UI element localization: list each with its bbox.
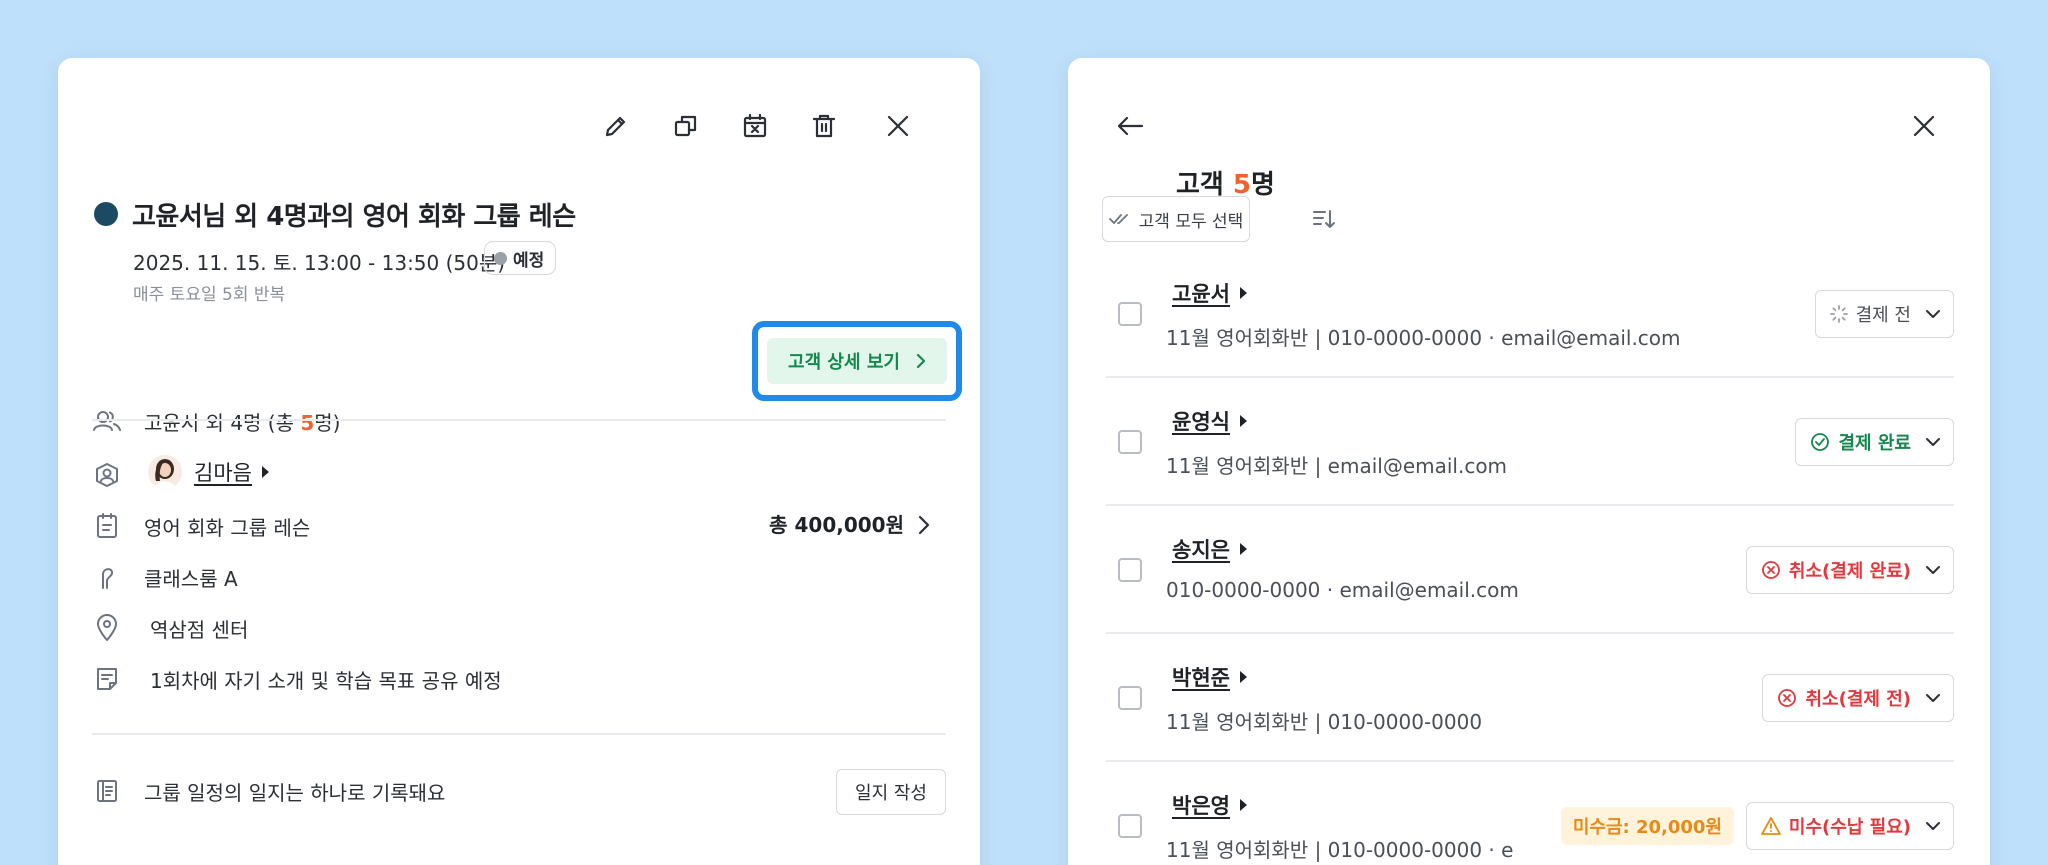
payment-status-dropdown[interactable]: 취소(결제 완료) — [1745, 546, 1954, 594]
avatar — [148, 455, 182, 489]
status-badge: 예정 — [484, 241, 557, 275]
list-item: 박은영 11월 영어회화반 | 010-0000-0000 · e 미수금: 2… — [1106, 762, 1954, 865]
users-icon — [92, 406, 122, 436]
customer-name-link[interactable]: 송지은 — [1172, 534, 1247, 564]
cancel-circle-icon — [1762, 561, 1780, 579]
trash-icon[interactable] — [804, 106, 844, 146]
customer-info: 11월 영어회화반 | email@email.com — [1166, 454, 1508, 478]
chevron-right-icon — [916, 353, 926, 369]
customer-checkbox[interactable] — [1118, 686, 1142, 710]
warning-icon — [1761, 817, 1781, 835]
copy-icon[interactable] — [666, 106, 706, 146]
payment-status-dropdown[interactable]: 취소(결제 전) — [1762, 674, 1954, 722]
memo-icon — [92, 664, 122, 694]
status-dot-icon — [494, 251, 507, 265]
sort-icon[interactable] — [1304, 199, 1344, 239]
price-chevron-right-icon[interactable] — [910, 505, 938, 545]
caret-right-icon — [1239, 799, 1247, 811]
teacher-name-link[interactable]: 김마음 — [194, 457, 269, 487]
location-pin-icon — [92, 613, 122, 643]
payment-status-dropdown[interactable]: 미수(수납 필요) — [1745, 802, 1954, 850]
course-list-icon — [92, 511, 122, 541]
customer-list-panel: 고객 5명 고객 모두 선택 고윤서 11월 영어회화반 | 010-0000-… — [1068, 58, 1990, 865]
attendees-summary: 고윤서 외 4명 (총 5명) — [144, 411, 341, 435]
repeat-info: 매주 토요일 5회 반복 — [133, 285, 286, 305]
status-label: 예정 — [513, 250, 545, 271]
customer-info: 010-0000-0000 · email@email.com — [1166, 578, 1519, 602]
back-arrow-icon[interactable] — [1110, 106, 1150, 146]
caret-right-icon — [1239, 415, 1247, 427]
schedule-detail-panel: 고윤서님 외 4명과의 영어 회화 그룹 레슨 2025. 11. 15. 토.… — [58, 58, 980, 865]
caret-right-icon — [1239, 287, 1247, 299]
caret-right-icon — [1239, 671, 1247, 683]
customer-checkbox[interactable] — [1118, 814, 1142, 838]
event-color-dot — [94, 202, 118, 226]
course-name: 영어 회화 그룹 레슨 — [144, 516, 311, 540]
cancel-circle-icon — [1778, 689, 1797, 707]
event-title: 고윤서님 외 4명과의 영어 회화 그룹 레슨 — [132, 202, 576, 232]
double-check-icon — [1108, 214, 1128, 224]
close-icon[interactable] — [1904, 106, 1944, 146]
customer-name-link[interactable]: 박현준 — [1172, 662, 1247, 692]
customer-info: 11월 영어회화반 | 010-0000-0000 · e — [1166, 838, 1514, 862]
list-item: 윤영식 11월 영어회화반 | email@email.com 결제 완료 — [1106, 378, 1954, 506]
price-total: 총 400,000원 — [769, 513, 904, 537]
chevron-down-icon — [1926, 566, 1940, 574]
event-datetime: 2025. 11. 15. 토. 13:00 - 13:50 (50분) — [133, 251, 506, 275]
chevron-down-icon — [1926, 310, 1940, 318]
customer-name-link[interactable]: 윤영식 — [1172, 406, 1247, 436]
journal-icon — [92, 776, 122, 806]
customer-name-link[interactable]: 박은영 — [1172, 790, 1247, 820]
journal-note: 그룹 일정의 일지는 하나로 기록돼요 — [144, 781, 446, 805]
caret-right-icon — [261, 466, 269, 478]
chevron-down-icon — [1926, 438, 1940, 446]
classroom-name: 클래스룸 A — [144, 567, 238, 591]
check-circle-icon — [1811, 433, 1830, 451]
teacher-badge-icon — [92, 460, 122, 490]
close-icon[interactable] — [878, 106, 918, 146]
select-all-button[interactable]: 고객 모두 선택 — [1102, 196, 1250, 242]
customer-info: 11월 영어회화반 | 010-0000-0000 — [1166, 710, 1483, 734]
loading-icon — [1829, 305, 1848, 323]
payment-status-dropdown[interactable]: 결제 전 — [1814, 290, 1954, 338]
divider — [92, 419, 946, 421]
memo-text: 1회차에 자기 소개 및 학습 목표 공유 예정 — [150, 669, 502, 693]
customer-checkbox[interactable] — [1118, 430, 1142, 454]
customer-name-link[interactable]: 고윤서 — [1172, 278, 1247, 308]
chevron-down-icon — [1926, 822, 1940, 830]
edit-icon[interactable] — [596, 106, 636, 146]
divider — [92, 733, 946, 735]
list-item: 송지은 010-0000-0000 · email@email.com 취소(결… — [1106, 506, 1954, 634]
list-item: 박현준 11월 영어회화반 | 010-0000-0000 취소(결제 전) — [1106, 634, 1954, 762]
unpaid-amount-badge: 미수금: 20,000원 — [1560, 807, 1734, 845]
calendar-cancel-icon[interactable] — [735, 106, 775, 146]
chevron-down-icon — [1926, 694, 1940, 702]
customer-info: 11월 영어회화반 | 010-0000-0000 · email@email.… — [1166, 326, 1681, 350]
classroom-icon — [92, 562, 122, 592]
write-journal-button[interactable]: 일지 작성 — [836, 769, 946, 815]
customer-checkbox[interactable] — [1118, 302, 1142, 326]
caret-right-icon — [1239, 543, 1247, 555]
customer-detail-highlight: 고객 상세 보기 — [752, 321, 962, 401]
customer-checkbox[interactable] — [1118, 558, 1142, 582]
attendees-count: 5 — [300, 411, 315, 435]
list-item: 고윤서 11월 영어회화반 | 010-0000-0000 · email@em… — [1106, 250, 1954, 378]
payment-status-dropdown[interactable]: 결제 완료 — [1795, 418, 1954, 466]
location-name: 역삼점 센터 — [150, 618, 249, 642]
customer-detail-button[interactable]: 고객 상세 보기 — [767, 338, 947, 384]
